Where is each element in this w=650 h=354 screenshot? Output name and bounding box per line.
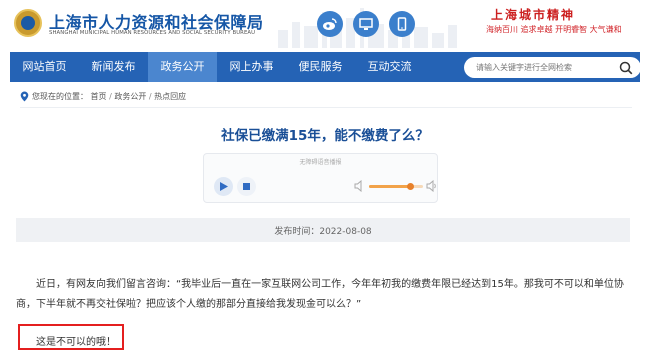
publish-info-bar: 发布时间：2022-08-08 (16, 218, 630, 242)
play-button[interactable] (214, 177, 233, 196)
publish-time: 发布时间：2022-08-08 (274, 227, 372, 237)
breadcrumb-government-affairs[interactable]: 政务公开 (114, 92, 146, 101)
city-spirit-words: 海纳百川 追求卓越 开明睿智 大气谦和 (486, 25, 622, 34)
volume-low-icon[interactable] (354, 180, 365, 192)
city-spirit-title: 上海城市精神 (491, 8, 576, 22)
location-pin-icon (20, 91, 29, 102)
nav-item-home[interactable]: 网站首页 (10, 52, 79, 82)
volume-slider-fill (369, 185, 410, 188)
volume-slider-handle[interactable] (406, 183, 414, 190)
stop-icon (243, 183, 250, 190)
audio-player-label: 无障碍语音播报 (299, 159, 342, 166)
volume-slider[interactable] (369, 183, 423, 190)
org-name-english: SHANGHAI MUNICIPAL HUMAN RESOURCES AND S… (49, 30, 256, 36)
nav-item-news[interactable]: 新闻发布 (79, 52, 148, 82)
breadcrumb-hot-topics[interactable]: 热点回应 (154, 92, 186, 101)
site-header: 上海市人力资源和社会保障局 SHANGHAI MUNICIPAL HUMAN R… (0, 0, 650, 48)
mobile-icon[interactable] (389, 11, 415, 37)
breadcrumb-separator: / (146, 92, 155, 101)
stop-button[interactable] (237, 177, 256, 196)
divider (20, 107, 632, 108)
search-box (464, 57, 641, 78)
search-input[interactable] (476, 59, 616, 76)
article-body: 近日，有网友向我们留言咨询：“我毕业后一直在一家互联网公司工作，今年年初我的缴费… (16, 275, 634, 315)
nav-item-interaction[interactable]: 互动交流 (355, 52, 424, 82)
breadcrumb-home[interactable]: 首页 (91, 92, 107, 101)
nav-item-government-affairs[interactable]: 政务公开 (148, 52, 217, 82)
article-answer: 这是不可以的哦！ (36, 337, 116, 348)
play-icon (220, 182, 228, 191)
weibo-icon[interactable] (317, 11, 343, 37)
nav-item-public-services[interactable]: 便民服务 (286, 52, 355, 82)
volume-high-icon[interactable] (426, 180, 437, 192)
desktop-icon[interactable] (353, 11, 379, 37)
bureau-logo[interactable] (14, 9, 42, 37)
main-nav: 网站首页 新闻发布 政务公开 网上办事 便民服务 互动交流 (10, 52, 641, 82)
search-icon[interactable] (619, 61, 633, 75)
audio-player: 无障碍语音播报 (203, 153, 438, 203)
article-title: 社保已缴满15年，能不缴费了么？ (221, 128, 429, 144)
nav-item-online-services[interactable]: 网上办事 (217, 52, 286, 82)
breadcrumb-prefix: 您现在的位置： (32, 92, 88, 101)
article-paragraph: 近日，有网友向我们留言咨询：“我毕业后一直在一家互联网公司工作，今年年初我的缴费… (16, 279, 624, 310)
